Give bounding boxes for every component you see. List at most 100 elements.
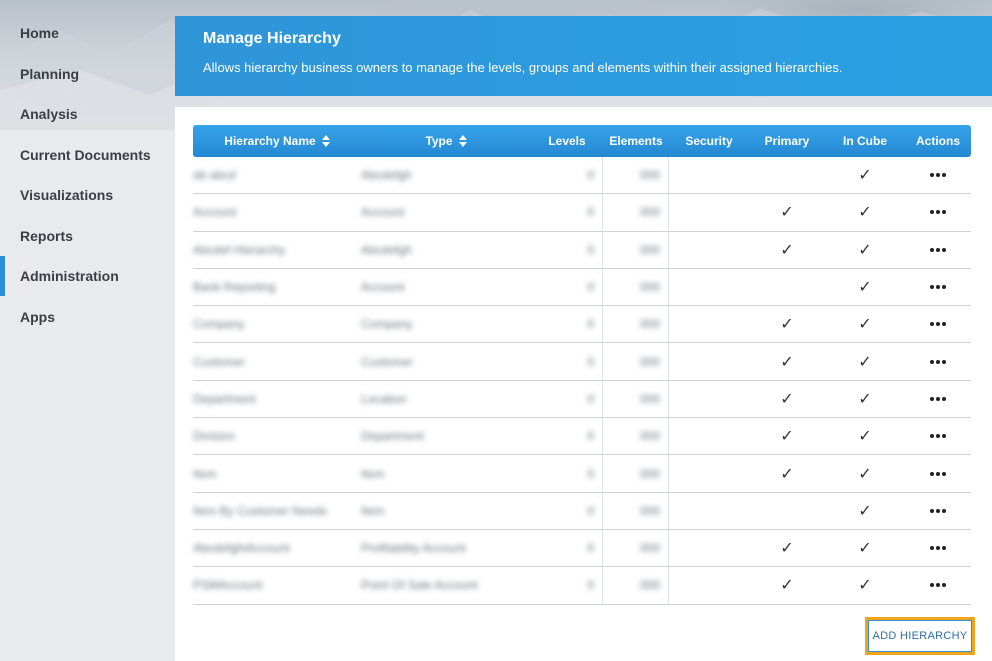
- dot: [942, 359, 946, 364]
- cell-elements: 000: [603, 529, 669, 567]
- more-actions-icon[interactable]: [930, 210, 946, 215]
- cell-hierarchy-name: Account: [193, 194, 361, 230]
- redacted-name: Department: [193, 391, 256, 406]
- dot: [942, 285, 946, 290]
- more-actions-icon[interactable]: [930, 285, 946, 290]
- dot: [942, 546, 946, 551]
- more-actions-icon[interactable]: [930, 322, 946, 327]
- dot: [930, 434, 934, 439]
- dot: [942, 508, 946, 513]
- sidebar-item-label: Apps: [20, 309, 55, 325]
- cell-primary: ✓: [749, 567, 825, 603]
- redacted-levels: 0: [587, 429, 594, 444]
- cell-actions: [905, 306, 971, 342]
- sidebar-item-analysis[interactable]: Analysis: [0, 94, 175, 134]
- cell-primary: ✓: [749, 530, 825, 566]
- dot: [942, 247, 946, 252]
- redacted-elements: 000: [639, 242, 660, 257]
- sort-icon[interactable]: [458, 134, 467, 148]
- more-actions-icon[interactable]: [930, 583, 946, 588]
- col-hierarchy-name[interactable]: Hierarchy Name: [193, 125, 361, 157]
- cell-elements: 000: [603, 343, 669, 380]
- dot: [930, 396, 934, 401]
- table-row[interactable]: Abcdef Hierarchy Abcdefgh 0 000 ✓ ✓: [193, 231, 971, 269]
- sidebar-item-administration[interactable]: Administration: [0, 256, 175, 296]
- cell-in-cube: ✓: [825, 343, 905, 379]
- redacted-levels: 0: [587, 578, 594, 593]
- redacted-levels: 0: [587, 391, 594, 406]
- sidebar-item-label: Visualizations: [20, 187, 114, 203]
- table-row[interactable]: AbcdefghiAccount Profitability Account 0 00…: [193, 529, 971, 568]
- checkmark-icon: ✓: [780, 353, 794, 371]
- redacted-elements: 000: [639, 391, 660, 406]
- sidebar-item-planning[interactable]: Planning: [0, 54, 175, 94]
- table-row[interactable]: Item By Customer Needs Item 0 000 ✓: [193, 492, 971, 530]
- table-row[interactable]: PSMAccount Point Of Sale Account 0 000 ✓ ✓: [193, 567, 971, 605]
- cell-actions: [905, 493, 971, 529]
- more-actions-icon[interactable]: [930, 247, 946, 252]
- table-row[interactable]: Item Item 0 000 ✓ ✓: [193, 455, 971, 493]
- cell-levels: 0: [531, 157, 603, 194]
- more-actions-icon[interactable]: [930, 396, 946, 401]
- redacted-type: Account: [361, 280, 405, 295]
- redacted-levels: 0: [587, 280, 594, 295]
- redacted-name: Abcdef Hierarchy: [193, 242, 286, 257]
- cell-elements: 000: [603, 157, 669, 194]
- table-row[interactable]: Department Location 0 000 ✓ ✓: [193, 380, 971, 419]
- cell-type: Abcdefgh: [361, 157, 531, 193]
- redacted-elements: 000: [639, 168, 660, 183]
- redacted-elements: 000: [639, 578, 660, 593]
- cell-security: [669, 194, 749, 230]
- col-security: Security: [685, 134, 733, 148]
- table-row[interactable]: Bank Reporting Account 0 000 ✓: [193, 268, 971, 307]
- table-row[interactable]: ab abcd Abcdefgh 0 000 ✓: [193, 157, 971, 195]
- more-actions-icon[interactable]: [930, 173, 946, 178]
- cell-security: [669, 157, 749, 193]
- dot: [930, 285, 934, 290]
- cell-hierarchy-name: AbcdefghiAccount: [193, 530, 361, 566]
- redacted-levels: 0: [587, 466, 594, 481]
- cell-levels: 0: [531, 231, 603, 268]
- dot: [936, 434, 940, 439]
- more-actions-icon[interactable]: [930, 546, 946, 551]
- sidebar-item-apps[interactable]: Apps: [0, 297, 175, 337]
- redacted-name: Item: [193, 466, 217, 481]
- more-actions-icon[interactable]: [930, 471, 946, 476]
- table-row[interactable]: Customer Customer 0 000 ✓ ✓: [193, 343, 971, 381]
- sort-icon[interactable]: [321, 134, 330, 148]
- table-row[interactable]: Account Account 0 000 ✓ ✓: [193, 194, 971, 232]
- dot: [930, 583, 934, 588]
- redacted-type: Customer: [361, 354, 414, 369]
- sidebar-item-visualizations[interactable]: Visualizations: [0, 175, 175, 215]
- more-actions-icon[interactable]: [930, 359, 946, 364]
- table-row[interactable]: Company Company 0 000 ✓ ✓: [193, 306, 971, 344]
- col-type[interactable]: Type: [361, 125, 531, 157]
- more-actions-icon[interactable]: [930, 508, 946, 513]
- cell-hierarchy-name: ab abcd: [193, 157, 361, 193]
- sidebar-item-current-documents[interactable]: Current Documents: [0, 135, 175, 175]
- cell-in-cube: ✓: [825, 530, 905, 566]
- redacted-levels: 0: [587, 168, 594, 183]
- content-panel: Hierarchy Name Type Levels Elements Secu…: [175, 107, 992, 661]
- cell-levels: 0: [531, 492, 603, 529]
- cell-primary: ✓: [749, 232, 825, 268]
- sidebar-item-home[interactable]: Home: [0, 13, 175, 53]
- cell-hierarchy-name: Item: [193, 455, 361, 491]
- redacted-elements: 000: [639, 354, 660, 369]
- cell-in-cube: ✓: [825, 418, 905, 454]
- cell-in-cube: ✓: [825, 455, 905, 491]
- dot: [936, 546, 940, 551]
- page-title: Manage Hierarchy: [203, 30, 341, 47]
- checkmark-icon: ✓: [858, 390, 872, 408]
- hierarchy-table: Hierarchy Name Type Levels Elements Secu…: [193, 125, 971, 605]
- sidebar-item-label: Home: [20, 25, 59, 41]
- dot: [930, 173, 934, 178]
- more-actions-icon[interactable]: [930, 434, 946, 439]
- redacted-name: ab abcd: [193, 168, 236, 183]
- dot: [936, 359, 940, 364]
- cell-levels: 0: [531, 567, 603, 604]
- table-row[interactable]: Division Department 0 000 ✓ ✓: [193, 418, 971, 456]
- sidebar-item-reports[interactable]: Reports: [0, 216, 175, 256]
- add-hierarchy-button[interactable]: ADD HIERARCHY: [868, 620, 972, 652]
- active-indicator: [0, 256, 5, 296]
